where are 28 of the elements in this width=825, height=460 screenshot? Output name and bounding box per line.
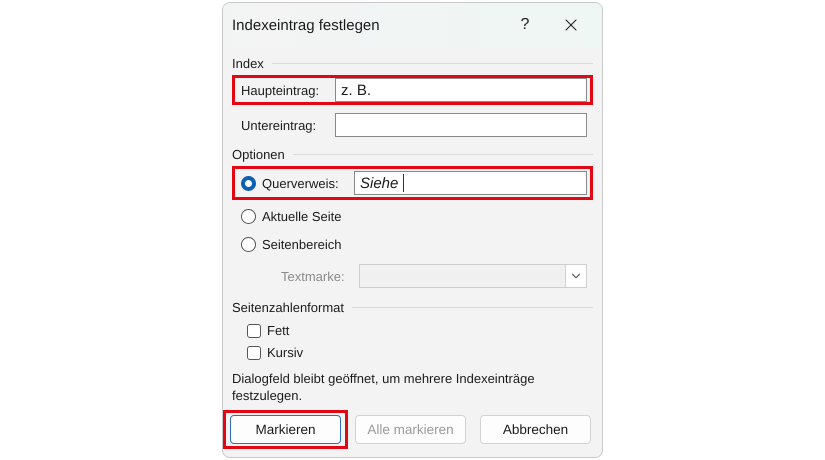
- radio-label: Aktuelle Seite: [262, 209, 342, 224]
- checkbox[interactable]: [247, 346, 261, 360]
- radio-label: Querverweis:: [262, 176, 340, 190]
- input-field[interactable]: Siehe: [354, 171, 587, 195]
- section-heading: Index: [232, 56, 264, 70]
- checkbox[interactable]: [247, 324, 261, 338]
- text-cursor: [403, 174, 404, 192]
- checkbox-label: Kursiv: [267, 345, 304, 360]
- radio-button[interactable]: [241, 176, 256, 190]
- section-heading: Optionen: [232, 146, 285, 162]
- field-label: Haupteintrag:: [241, 82, 320, 98]
- field-value: Siehe: [360, 174, 398, 192]
- radio-button[interactable]: [241, 237, 256, 252]
- input-field[interactable]: z. B.: [335, 78, 587, 102]
- section-heading: Seitenzahlenformat: [232, 300, 344, 314]
- info-text: Dialogfeld bleibt geöffnet, um mehrere Indexeinträge festzulegen.: [232, 370, 536, 404]
- radio-button[interactable]: [241, 209, 256, 224]
- window-title: Indexeintrag festlegen: [232, 16, 381, 34]
- input-field[interactable]: [335, 113, 587, 137]
- field-label: Textmarke:: [281, 268, 346, 284]
- field-label: Untereintrag:: [241, 118, 318, 132]
- chevron-down-icon: [565, 265, 586, 287]
- dialog-button[interactable]: Abbrechen: [480, 415, 591, 444]
- checkbox-label: Fett: [267, 323, 290, 338]
- dialog-button[interactable]: Markieren: [230, 415, 341, 444]
- radio-label: Seitenbereich: [262, 237, 342, 252]
- help-button[interactable]: ?: [502, 5, 548, 45]
- dropdown-field[interactable]: [359, 264, 587, 288]
